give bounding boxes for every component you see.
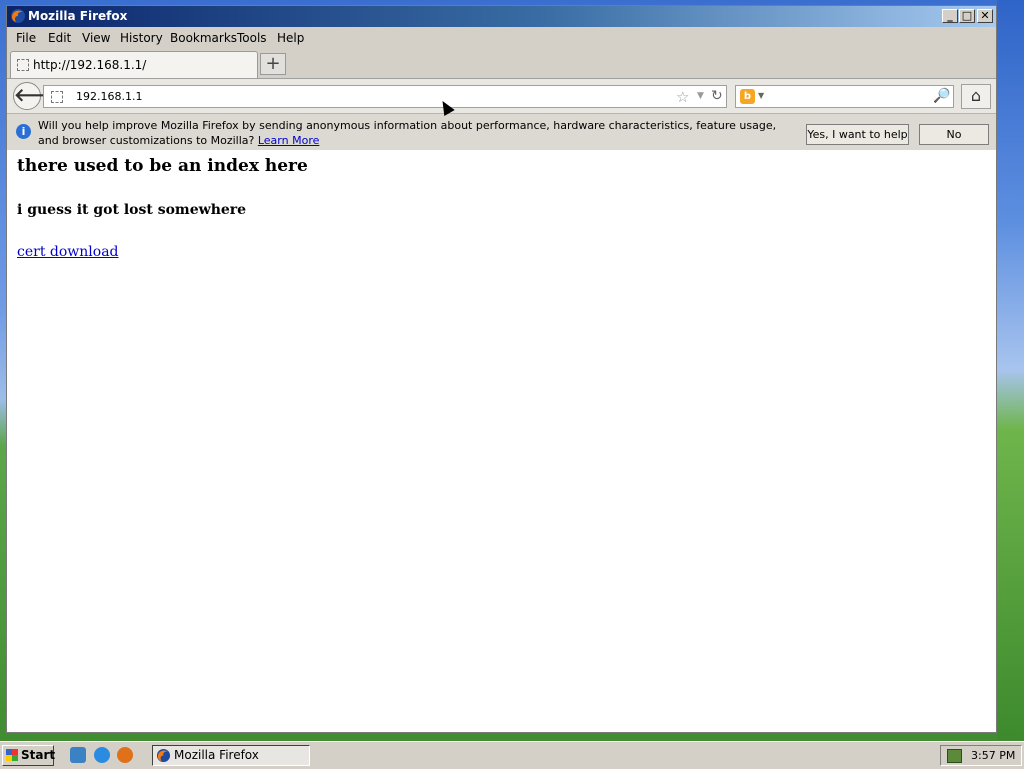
search-engine-icon[interactable]: b	[740, 89, 755, 104]
maximize-button[interactable]: □	[959, 9, 975, 23]
taskbar-firefox-label: Mozilla Firefox	[174, 748, 259, 762]
menu-history[interactable]: History	[120, 31, 163, 45]
start-button[interactable]: Start	[2, 745, 56, 766]
taskbar-firefox-button[interactable]: Mozilla Firefox	[152, 745, 310, 766]
network-icon[interactable]	[947, 749, 962, 763]
back-button[interactable]: 🡐	[13, 82, 62, 110]
firefox-window: Mozilla Firefox _ □ ✕ File Edit View His…	[6, 5, 997, 733]
system-tray: 3:57 PM	[940, 745, 1022, 766]
search-icon[interactable]: 🔎	[933, 88, 950, 104]
info-icon: i	[16, 124, 31, 139]
url-text[interactable]: 192.168.1.1	[76, 90, 142, 103]
yes-help-button[interactable]: Yes, I want to help	[806, 124, 909, 145]
firefox-task-icon	[156, 748, 171, 763]
clock[interactable]: 3:57 PM	[971, 749, 1015, 762]
internet-explorer-icon[interactable]	[94, 747, 110, 763]
url-bar[interactable]: 192.168.1.1 ☆ ▼ ↻	[43, 85, 727, 108]
tab-active[interactable]: http://192.168.1.1/	[10, 51, 258, 78]
navigation-toolbar: 🡐 192.168.1.1 ☆ ▼ ↻ b ▼ 🔎 ⌂	[7, 79, 996, 113]
menu-edit[interactable]: Edit	[48, 31, 71, 45]
taskbar: Start Mozilla Firefox 3:57 PM	[0, 741, 1024, 769]
title-bar[interactable]: Mozilla Firefox _ □ ✕	[7, 6, 996, 27]
notification-bar: i Will you help improve Mozilla Firefox …	[7, 113, 996, 151]
engine-dropdown-icon[interactable]: ▼	[758, 91, 764, 100]
home-icon: ⌂	[970, 86, 982, 105]
search-bar[interactable]: b ▼ 🔎	[735, 85, 954, 108]
menu-help[interactable]: Help	[277, 31, 304, 45]
url-dropdown-icon[interactable]: ▼	[697, 91, 704, 101]
site-identity-icon[interactable]	[51, 91, 63, 103]
desktop-background	[997, 0, 1024, 740]
tab-label: http://192.168.1.1/	[33, 58, 147, 72]
firefox-icon	[11, 9, 25, 23]
menu-file[interactable]: File	[16, 31, 36, 45]
blank-page-icon	[17, 59, 29, 71]
page-heading: there used to be an index here	[17, 156, 308, 176]
windows-logo-icon	[6, 749, 18, 761]
bookmark-star-icon[interactable]: ☆	[676, 88, 689, 106]
tab-strip: http://192.168.1.1/ +	[7, 49, 996, 79]
menu-tools[interactable]: Tools	[237, 31, 267, 45]
firefox-quicklaunch-icon[interactable]	[117, 747, 133, 763]
window-title: Mozilla Firefox	[28, 9, 128, 23]
learn-more-link[interactable]: Learn More	[258, 134, 320, 147]
home-button[interactable]: ⌂	[961, 84, 991, 109]
menu-bookmarks[interactable]: Bookmarks	[170, 31, 237, 45]
menu-bar: File Edit View History Bookmarks Tools H…	[7, 28, 996, 48]
start-label: Start	[21, 748, 56, 762]
reload-icon[interactable]: ↻	[711, 88, 723, 104]
notification-message: Will you help improve Mozilla Firefox by…	[38, 118, 778, 148]
page-subheading: i guess it got lost somewhere	[17, 202, 247, 218]
page-content: there used to be an index here i guess i…	[7, 150, 996, 732]
show-desktop-icon[interactable]	[70, 747, 86, 763]
close-button[interactable]: ✕	[977, 9, 993, 23]
minimize-button[interactable]: _	[942, 9, 958, 23]
new-tab-button[interactable]: +	[260, 53, 286, 75]
no-button[interactable]: No	[919, 124, 989, 145]
cert-download-link[interactable]: cert download	[17, 244, 119, 260]
notification-text: Will you help improve Mozilla Firefox by…	[38, 119, 777, 147]
menu-view[interactable]: View	[82, 31, 110, 45]
